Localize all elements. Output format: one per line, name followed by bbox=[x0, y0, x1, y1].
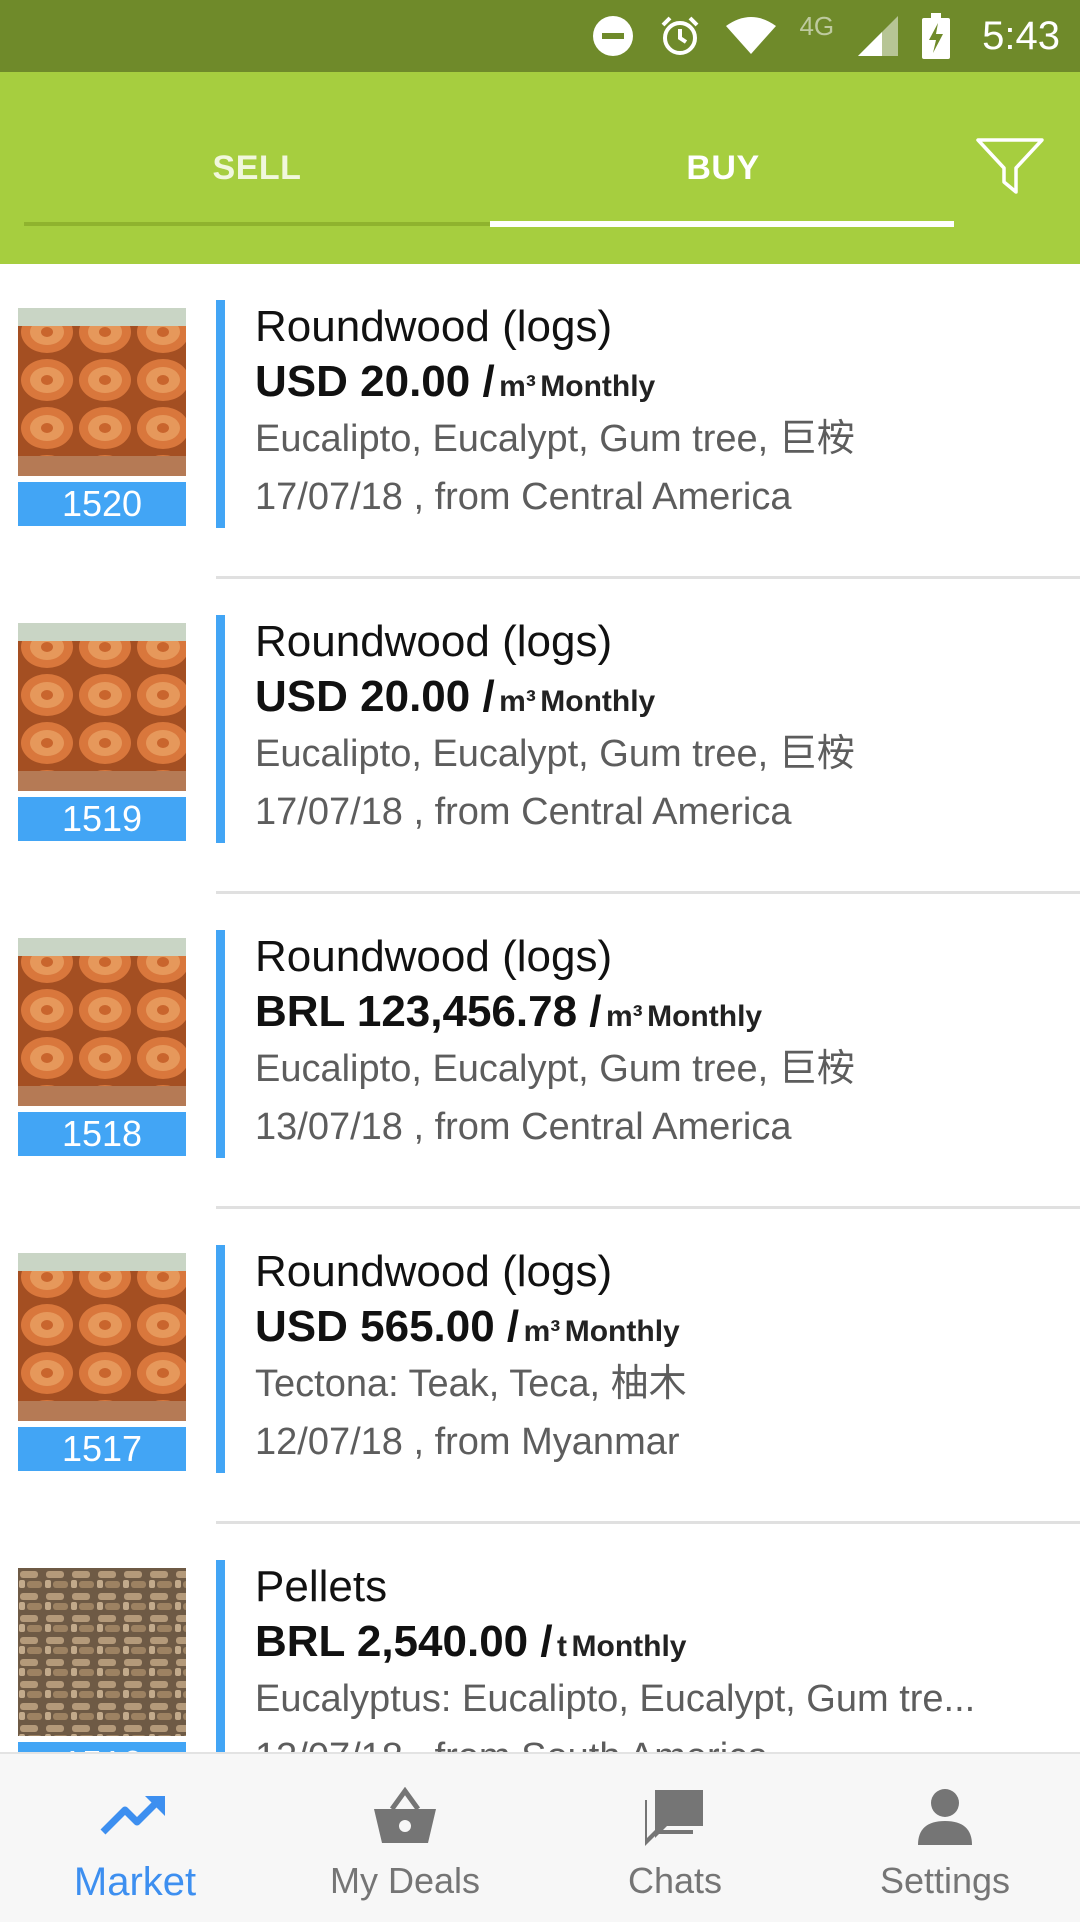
deal-species: Eucalipto, Eucalypt, Gum tree, 巨桉 bbox=[255, 418, 855, 460]
wifi-icon bbox=[725, 16, 777, 56]
price-unit: m³ bbox=[499, 685, 536, 718]
deal-price: USD 20.00 / m³ Monthly bbox=[255, 354, 1065, 410]
price-unit: t bbox=[557, 1630, 568, 1663]
deal-list[interactable]: 1520 Roundwood (logs) USD 20.00 / m³ Mon… bbox=[0, 264, 1080, 1752]
price-frequency: Monthly bbox=[647, 1000, 763, 1033]
deal-item[interactable]: 1520 Roundwood (logs) USD 20.00 / m³ Mon… bbox=[0, 264, 1080, 579]
nav-label: My Deals bbox=[329, 1860, 481, 1901]
status-icons: 4G 5:43 bbox=[591, 0, 1060, 72]
price-amount: BRL 2,540.00 / bbox=[255, 1617, 553, 1666]
deal-species: Eucalipto, Eucalypt, Gum tree, 巨桉 bbox=[255, 733, 855, 775]
deal-price: USD 20.00 / m³ Monthly bbox=[255, 669, 1065, 725]
signal-icon bbox=[856, 14, 900, 58]
price-amount: USD 20.00 / bbox=[255, 672, 495, 721]
tab-sell[interactable]: SELL bbox=[24, 72, 490, 264]
price-frequency: Monthly bbox=[540, 370, 656, 403]
price-frequency: Monthly bbox=[540, 685, 656, 718]
price-frequency: Monthly bbox=[571, 1630, 687, 1663]
do-not-disturb-icon bbox=[591, 14, 635, 58]
logs-image bbox=[18, 308, 186, 476]
deal-title: Roundwood (logs) bbox=[255, 617, 613, 666]
pellets-image bbox=[18, 1568, 186, 1736]
deal-id-badge: 1516 bbox=[18, 1742, 186, 1752]
accent-bar bbox=[216, 615, 225, 843]
accent-bar bbox=[216, 930, 225, 1158]
accent-bar bbox=[216, 1245, 225, 1473]
tab-active-indicator bbox=[490, 221, 954, 227]
deal-meta: 13/07/18 , from South America bbox=[255, 1728, 1065, 1752]
deal-price: USD 565.00 / m³ Monthly bbox=[255, 1299, 1065, 1355]
deal-title: Roundwood (logs) bbox=[255, 932, 613, 981]
nav-settings[interactable]: Settings bbox=[810, 1754, 1080, 1922]
deal-species: Tectona: Teak, Teca, 柚木 bbox=[255, 1363, 687, 1405]
logs-image bbox=[18, 623, 186, 791]
status-bar: 4G 5:43 bbox=[0, 0, 1080, 72]
person-icon bbox=[916, 1784, 974, 1848]
nav-label: Chats bbox=[627, 1860, 723, 1901]
deal-title: Roundwood (logs) bbox=[255, 1247, 613, 1296]
price-unit: m³ bbox=[523, 1315, 561, 1348]
chat-icon bbox=[643, 1784, 707, 1848]
trending-up-icon bbox=[99, 1784, 171, 1848]
deal-id-badge: 1519 bbox=[18, 797, 186, 841]
deal-title: Pellets bbox=[255, 1562, 388, 1611]
status-time: 5:43 bbox=[982, 13, 1060, 58]
deal-meta: 17/07/18 , from Central America bbox=[255, 791, 792, 833]
deal-species: Eucalyptus: Eucalipto, Eucalypt, Gum tre… bbox=[255, 1678, 976, 1720]
deal-price: BRL 2,540.00 / t Monthly bbox=[255, 1614, 1065, 1670]
nav-label: Market bbox=[73, 1860, 197, 1904]
price-amount: USD 20.00 / bbox=[255, 357, 495, 406]
accent-bar bbox=[216, 300, 225, 528]
deal-meta: 17/07/18 , from Central America bbox=[255, 476, 792, 518]
nav-market[interactable]: Market bbox=[0, 1754, 270, 1922]
price-amount: USD 565.00 / bbox=[255, 1302, 520, 1351]
price-unit: m³ bbox=[499, 370, 536, 403]
basket-icon bbox=[372, 1784, 438, 1848]
deal-price: BRL 123,456.78 / m³ Monthly bbox=[255, 984, 1065, 1040]
price-amount: BRL 123,456.78 / bbox=[255, 987, 602, 1036]
filter-icon bbox=[976, 138, 1044, 194]
bottom-nav: Market My Deals Chats Settings bbox=[0, 1752, 1080, 1922]
logs-image bbox=[18, 1253, 186, 1421]
nav-chats[interactable]: Chats bbox=[540, 1754, 810, 1922]
price-frequency: Monthly bbox=[564, 1315, 680, 1348]
tab-buy[interactable]: BUY bbox=[490, 72, 956, 264]
accent-bar bbox=[216, 1560, 225, 1752]
deal-id-badge: 1520 bbox=[18, 482, 186, 526]
deal-item[interactable]: 1518 Roundwood (logs) BRL 123,456.78 / m… bbox=[0, 894, 1080, 1209]
deal-item[interactable]: 1516 Pellets BRL 2,540.00 / t Monthly Eu… bbox=[0, 1524, 1080, 1752]
deal-meta: 13/07/18 , from Central America bbox=[255, 1106, 792, 1148]
deal-item[interactable]: 1519 Roundwood (logs) USD 20.00 / m³ Mon… bbox=[0, 579, 1080, 894]
deal-id-badge: 1518 bbox=[18, 1112, 186, 1156]
logs-image bbox=[18, 938, 186, 1106]
alarm-icon bbox=[657, 13, 703, 59]
network-type-label: 4G bbox=[799, 10, 835, 41]
deal-item[interactable]: 1517 Roundwood (logs) USD 565.00 / m³ Mo… bbox=[0, 1209, 1080, 1524]
deal-species: Eucalipto, Eucalypt, Gum tree, 巨桉 bbox=[255, 1048, 855, 1090]
nav-my-deals[interactable]: My Deals bbox=[270, 1754, 540, 1922]
battery-charging-icon bbox=[922, 13, 951, 59]
deal-title: Roundwood (logs) bbox=[255, 302, 613, 351]
deal-id-badge: 1517 bbox=[18, 1427, 186, 1471]
filter-button[interactable] bbox=[960, 126, 1060, 206]
nav-label: Settings bbox=[879, 1860, 1011, 1901]
price-unit: m³ bbox=[605, 1000, 643, 1033]
deal-meta: 12/07/18 , from Myanmar bbox=[255, 1421, 680, 1463]
app-bar: SELL BUY bbox=[0, 72, 1080, 264]
